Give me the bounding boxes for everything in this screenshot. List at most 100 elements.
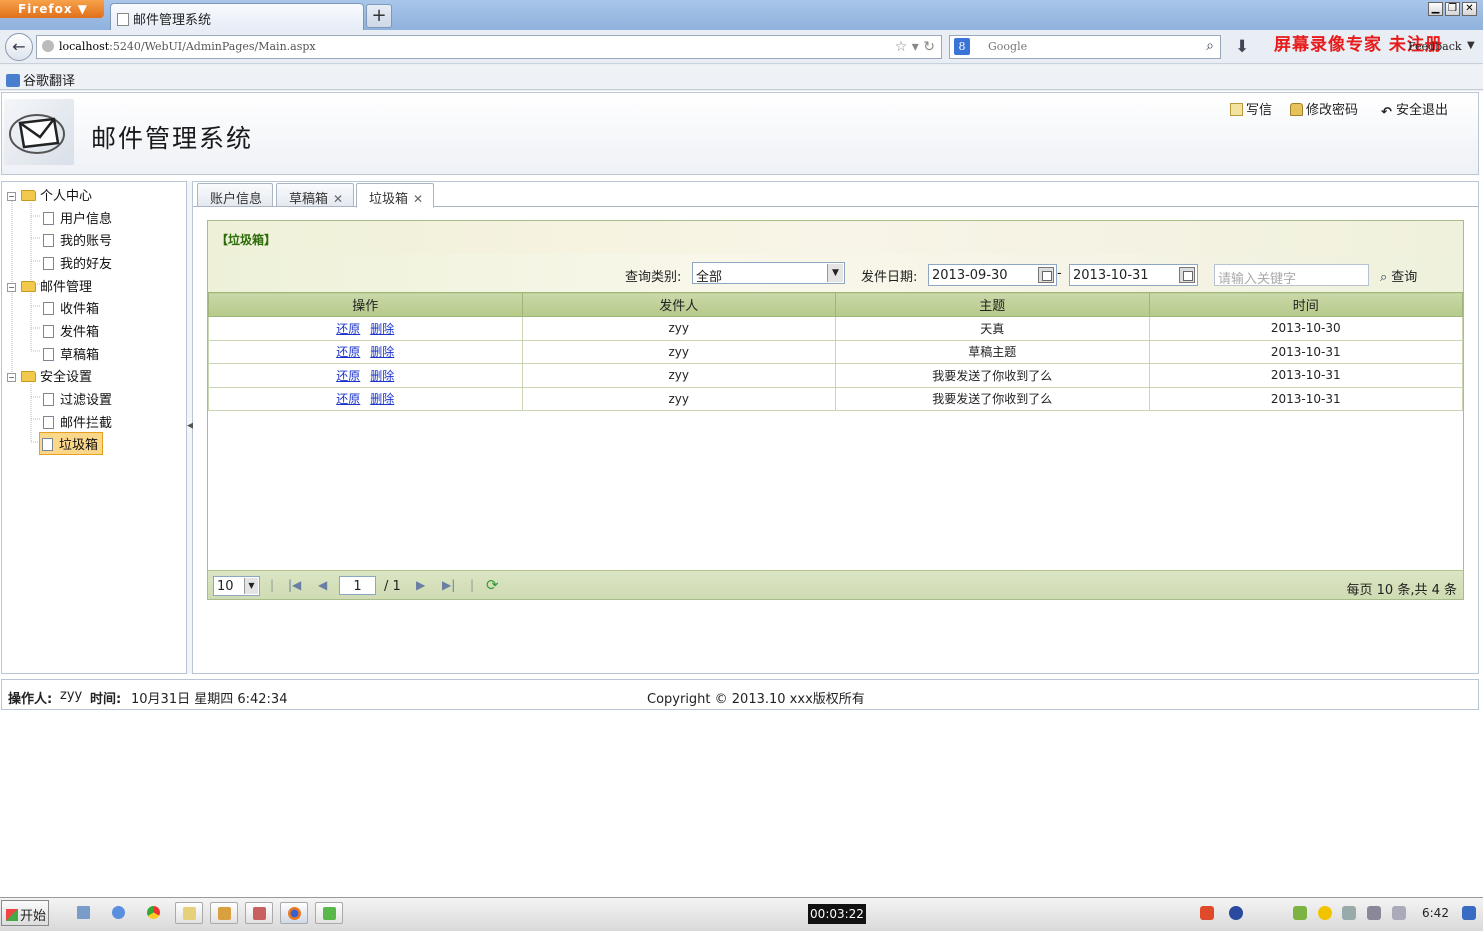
taskbar-app-chrome[interactable] xyxy=(140,902,168,924)
taskbar-app-tool[interactable] xyxy=(210,902,238,924)
taskbar-app-editor[interactable] xyxy=(315,902,343,924)
taskbar-app-ie[interactable] xyxy=(105,902,133,924)
copyright: Copyright © 2013.10 xxx版权所有 xyxy=(647,692,865,707)
category-select[interactable]: 全部 ▼ xyxy=(692,262,845,285)
taskbar-app-firefox[interactable] xyxy=(280,902,308,924)
restore-link[interactable]: 还原 xyxy=(336,369,360,383)
sidebar-item-inbox[interactable]: 收件箱 xyxy=(43,298,99,317)
write-mail-link[interactable]: 写信 xyxy=(1230,99,1272,118)
date-to-field[interactable]: 2013-10-31 xyxy=(1069,264,1198,286)
download-icon[interactable]: ⬇ xyxy=(1235,37,1249,57)
restore-link[interactable]: 还原 xyxy=(336,345,360,359)
chevron-down-icon[interactable]: ▼ xyxy=(827,264,843,282)
tab-account-info[interactable]: 账户信息 xyxy=(197,183,274,207)
column-header-sender[interactable]: 发件人 xyxy=(521,292,836,317)
page-icon xyxy=(117,13,129,26)
calendar-icon[interactable] xyxy=(1038,267,1054,283)
browser-tab[interactable]: 邮件管理系统 xyxy=(110,3,364,30)
column-header-action[interactable]: 操作 xyxy=(208,292,523,317)
back-arrow-icon[interactable]: ← xyxy=(5,33,33,61)
prev-page-icon[interactable]: ◀ xyxy=(318,578,327,592)
help-icon[interactable] xyxy=(1229,906,1243,920)
chevron-down-icon[interactable]: ▼ xyxy=(1467,40,1475,51)
tray-app-icon[interactable] xyxy=(1293,906,1307,920)
new-tab-button[interactable]: + xyxy=(366,4,392,28)
collapse-icon[interactable]: − xyxy=(7,283,16,292)
close-tab-icon[interactable]: ✕ xyxy=(333,192,343,206)
delete-link[interactable]: 删除 xyxy=(370,322,394,336)
restore-link[interactable]: 还原 xyxy=(336,392,360,406)
app-title: 邮件管理系统 xyxy=(91,124,254,153)
url-field[interactable]: localhost:5240/WebUI/AdminPages/Main.asp… xyxy=(36,35,942,59)
tab-drafts[interactable]: 草稿箱 ✕ xyxy=(276,183,355,207)
delete-link[interactable]: 删除 xyxy=(370,392,394,406)
first-page-icon[interactable]: |◀ xyxy=(288,578,301,592)
speaker-icon[interactable] xyxy=(1392,906,1406,920)
table-row[interactable]: 还原 删除 zyy 我要发送了你收到了么 2013-10-31 xyxy=(208,386,1463,411)
taskbar-app-notepad[interactable] xyxy=(70,902,98,924)
table-row[interactable]: 还原 删除 zyy 草稿主题 2013-10-31 xyxy=(208,339,1463,364)
change-password-link[interactable]: 修改密码 xyxy=(1290,99,1358,118)
refresh-icon[interactable]: ⟳ xyxy=(486,576,499,594)
bookmark-item[interactable]: 谷歌翻译 xyxy=(23,74,75,89)
bookmark-star-icon[interactable]: ☆ ▾ ↻ xyxy=(895,39,935,55)
sidebar-item-trash[interactable]: 垃圾箱 xyxy=(39,432,104,455)
tree-group-security[interactable]: − 安全设置 xyxy=(7,366,92,385)
network-icon[interactable] xyxy=(1367,906,1381,920)
sidebar-item-my-friends[interactable]: 我的好友 xyxy=(43,253,112,272)
show-desktop-icon[interactable] xyxy=(1462,906,1476,920)
current-time: 10月31日 星期四 6:42:34 xyxy=(131,692,288,707)
search-engine-field[interactable]: 8 Google ⌕ xyxy=(949,35,1221,59)
page-size-select[interactable]: 10 ▼ xyxy=(213,576,260,596)
tree-group-personal[interactable]: − 个人中心 xyxy=(7,185,92,204)
column-header-time[interactable]: 时间 xyxy=(1148,292,1463,317)
logout-link[interactable]: ↶ 安全退出 xyxy=(1380,99,1448,120)
keyword-input[interactable]: 请输入关键字 xyxy=(1214,264,1369,287)
restore-icon[interactable]: ❐ xyxy=(1445,2,1460,16)
document-icon xyxy=(43,416,54,429)
column-header-subject[interactable]: 主题 xyxy=(835,292,1150,317)
sidebar-item-drafts[interactable]: 草稿箱 xyxy=(43,344,99,363)
volume-icon[interactable] xyxy=(1342,906,1356,920)
next-page-icon[interactable]: ▶ xyxy=(416,578,425,592)
sidebar-item-outbox[interactable]: 发件箱 xyxy=(43,321,99,340)
sidebar-item-filter-settings[interactable]: 过滤设置 xyxy=(43,389,112,408)
last-page-icon[interactable]: ▶| xyxy=(442,578,455,592)
search-icon[interactable]: ⌕ xyxy=(1206,38,1214,54)
close-tab-icon[interactable]: ✕ xyxy=(413,192,423,206)
sidebar-item-my-account[interactable]: 我的账号 xyxy=(43,230,112,249)
pencil-icon xyxy=(1230,103,1243,116)
taskbar-app-explorer[interactable] xyxy=(175,902,203,924)
document-icon xyxy=(42,438,53,451)
folder-icon xyxy=(21,281,36,292)
sidebar-item-label: 草稿箱 xyxy=(60,348,100,363)
document-icon xyxy=(43,302,54,315)
sidebar-item-user-info[interactable]: 用户信息 xyxy=(43,208,112,227)
collapse-icon[interactable]: − xyxy=(7,192,16,201)
sidebar-item-mail-block[interactable]: 邮件拦截 xyxy=(43,412,112,431)
restore-link[interactable]: 还原 xyxy=(336,322,360,336)
delete-link[interactable]: 删除 xyxy=(370,345,394,359)
sidebar-item-label: 我的好友 xyxy=(60,257,113,272)
page-number-input[interactable]: 1 xyxy=(339,576,376,595)
minimize-icon[interactable]: ▁ xyxy=(1428,2,1443,16)
chevron-down-icon[interactable]: ▼ xyxy=(244,578,258,594)
taskbar-app-media[interactable] xyxy=(245,902,273,924)
firefox-menu-button[interactable]: Firefox ▼ xyxy=(0,0,104,18)
table-row[interactable]: 还原 删除 zyy 天真 2013-10-30 xyxy=(208,316,1463,341)
feedback-button[interactable]: Feedback xyxy=(1408,40,1462,53)
close-icon[interactable]: ✕ xyxy=(1462,2,1477,16)
table-row[interactable]: 还原 删除 zyy 我要发送了你收到了么 2013-10-31 xyxy=(208,363,1463,388)
search-button[interactable]: ⌕ 查询 xyxy=(1380,266,1417,285)
date-from-field[interactable]: 2013-09-30 xyxy=(928,264,1057,286)
tab-trash[interactable]: 垃圾箱 ✕ xyxy=(356,183,435,208)
date-separator: - xyxy=(1057,266,1062,281)
collapse-icon[interactable]: − xyxy=(7,373,16,382)
tree-group-mail[interactable]: − 邮件管理 xyxy=(7,276,92,295)
update-icon[interactable] xyxy=(1318,906,1332,920)
sidebar-item-label: 垃圾箱 xyxy=(59,438,99,453)
start-button[interactable]: 开始 xyxy=(1,900,49,926)
ime-icon[interactable] xyxy=(1200,906,1214,920)
calendar-icon[interactable] xyxy=(1179,267,1195,283)
delete-link[interactable]: 删除 xyxy=(370,369,394,383)
